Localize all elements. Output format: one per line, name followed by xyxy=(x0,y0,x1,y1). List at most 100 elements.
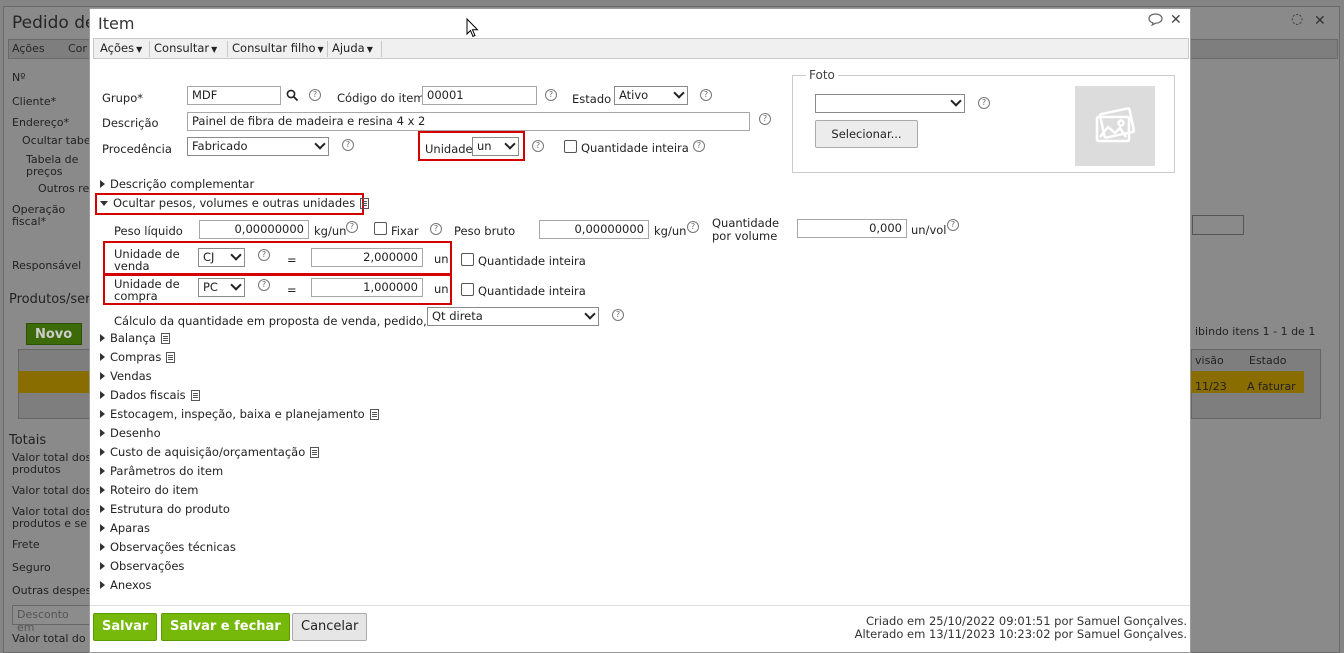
chevron-down-icon xyxy=(230,279,242,291)
triangle-right-icon xyxy=(100,334,105,342)
save-and-close-button[interactable]: Salvar e fechar xyxy=(161,613,290,641)
menu-consultar-filho[interactable]: Consultar filho ▼ xyxy=(232,41,328,57)
chevron-down-icon xyxy=(314,138,326,150)
section-desenho[interactable]: Desenho xyxy=(100,426,161,440)
background-menu-acoes[interactable]: Ações xyxy=(12,42,45,55)
section-observacoes-tecnicas[interactable]: Observações técnicas xyxy=(100,540,236,554)
unidade-compra-input[interactable]: 1,000000 xyxy=(311,278,423,297)
unidade-label: Unidade xyxy=(425,142,473,156)
help-icon[interactable]: ? xyxy=(258,279,270,291)
cancel-button[interactable]: Cancelar xyxy=(292,613,368,641)
section-compras[interactable]: Compras xyxy=(100,350,176,364)
procedencia-select[interactable]: Fabricado xyxy=(187,137,329,156)
bg-label-endereco: Endereço* xyxy=(12,116,69,129)
fixar-label: Fixar xyxy=(391,224,419,238)
section-label: Desenho xyxy=(110,426,161,440)
triangle-right-icon xyxy=(100,429,105,437)
help-icon[interactable]: ? xyxy=(346,221,358,233)
help-icon[interactable]: ? xyxy=(693,140,705,152)
section-balanca[interactable]: Balança xyxy=(100,331,170,345)
triangle-right-icon xyxy=(100,467,105,475)
document-icon xyxy=(190,390,200,401)
quantidade-inteira-checkbox[interactable] xyxy=(564,140,577,153)
descricao-label: Descrição xyxy=(102,116,159,130)
bg-new-button[interactable]: Novo xyxy=(26,323,82,345)
foto-legend: Foto xyxy=(806,68,838,82)
section-ocultar-pesos[interactable]: Ocultar pesos, volumes e outras unidades xyxy=(100,196,370,210)
created-info: Criado em 25/10/2022 09:01:51 por Samuel… xyxy=(866,614,1187,628)
unidade-compra-select[interactable]: PC xyxy=(198,278,245,297)
calculo-select[interactable]: Qt direta xyxy=(427,307,599,326)
bg-label-responsavel: Responsável xyxy=(12,259,82,272)
help-icon[interactable]: ? xyxy=(759,113,771,125)
descricao-input[interactable]: Painel de fibra de madeira e resina 4 x … xyxy=(187,112,750,131)
bg-label-produtos2: produtos xyxy=(12,463,61,476)
triangle-right-icon xyxy=(100,543,105,551)
venda-quantidade-inteira-checkbox[interactable] xyxy=(461,253,474,266)
codigo-input[interactable]: 00001 xyxy=(422,86,537,105)
bg-grid-col-visao: visão xyxy=(1195,354,1224,367)
section-estocagem[interactable]: Estocagem, inspeção, baixa e planejament… xyxy=(100,407,379,421)
section-estrutura[interactable]: Estrutura do produto xyxy=(100,502,230,516)
codigo-label: Código do item xyxy=(337,91,425,105)
help-icon[interactable]: ? xyxy=(978,97,990,109)
unidade-venda-input[interactable]: 2,000000 xyxy=(311,248,423,267)
peso-liquido-input[interactable]: 0,00000000 xyxy=(199,220,309,239)
help-icon[interactable]: ? xyxy=(545,89,557,101)
help-icon[interactable]: ? xyxy=(612,309,624,321)
section-aparas[interactable]: Aparas xyxy=(100,521,150,535)
section-descricao-complementar[interactable]: Descrição complementar xyxy=(100,177,254,191)
background-menu-cor[interactable]: Cor xyxy=(68,42,87,55)
peso-bruto-unit: kg/un xyxy=(654,224,687,238)
compra-quantidade-inteira-checkbox[interactable] xyxy=(461,283,474,296)
peso-liquido-label: Peso líquido xyxy=(114,224,183,238)
chevron-down-icon: ▼ xyxy=(366,45,373,54)
bg-operacao-select[interactable] xyxy=(1192,215,1244,235)
qtd-volume-label-line2: por volume xyxy=(712,229,778,243)
save-button[interactable]: Salvar xyxy=(93,613,158,641)
help-icon[interactable]: ? xyxy=(430,223,442,235)
section-custo-aquisicao[interactable]: Custo de aquisição/orçamentação xyxy=(100,445,320,459)
foto-select[interactable] xyxy=(815,94,965,113)
section-observacoes[interactable]: Observações xyxy=(100,559,184,573)
close-icon[interactable]: ✕ xyxy=(1170,12,1182,28)
section-dados-fiscais[interactable]: Dados fiscais xyxy=(100,388,200,402)
help-icon[interactable]: ? xyxy=(947,219,959,231)
menu-acoes[interactable]: Ações ▼ xyxy=(100,41,150,57)
search-icon[interactable] xyxy=(286,89,299,105)
dialog-title: Item xyxy=(98,14,135,33)
bg-label-precos: preços xyxy=(26,165,63,178)
help-icon[interactable]: ? xyxy=(700,89,712,101)
unidade-select[interactable]: un xyxy=(472,137,519,156)
estado-label: Estado xyxy=(572,92,612,106)
background-close-icon[interactable]: ✕ xyxy=(1314,13,1326,29)
menu-consultar[interactable]: Consultar ▼ xyxy=(154,41,228,57)
section-parametros[interactable]: Parâmetros do item xyxy=(100,464,223,478)
peso-bruto-input[interactable]: 0,00000000 xyxy=(539,220,649,239)
help-icon[interactable]: ? xyxy=(532,140,544,152)
section-vendas[interactable]: Vendas xyxy=(100,369,152,383)
estado-select[interactable]: Ativo xyxy=(614,86,688,105)
background-chat-icon[interactable]: ◌ xyxy=(1291,11,1303,27)
compra-quantidade-inteira-label: Quantidade inteira xyxy=(478,284,586,298)
unidade-venda-select[interactable]: CJ xyxy=(198,248,245,267)
grupo-input[interactable]: MDF xyxy=(187,86,281,105)
triangle-right-icon xyxy=(100,505,105,513)
unidade-select-value: un xyxy=(477,139,492,153)
section-anexos[interactable]: Anexos xyxy=(100,578,152,592)
triangle-right-icon xyxy=(100,180,105,188)
chat-icon[interactable] xyxy=(1148,13,1163,30)
selecionar-foto-button[interactable]: Selecionar... xyxy=(815,120,918,148)
help-icon[interactable]: ? xyxy=(687,221,699,233)
unidade-compra-equals: = xyxy=(287,283,297,297)
help-icon[interactable]: ? xyxy=(258,249,270,261)
help-icon[interactable]: ? xyxy=(342,139,354,151)
menu-ajuda[interactable]: Ajuda ▼ xyxy=(332,41,382,57)
bg-discount-input[interactable]: Desconto em xyxy=(12,605,90,634)
help-icon[interactable]: ? xyxy=(309,89,321,101)
qtd-volume-input[interactable]: 0,000 xyxy=(797,219,907,238)
foto-placeholder xyxy=(1075,86,1155,166)
fixar-checkbox[interactable] xyxy=(374,222,387,235)
section-roteiro[interactable]: Roteiro do item xyxy=(100,483,198,497)
section-label: Custo de aquisição/orçamentação xyxy=(110,445,306,459)
